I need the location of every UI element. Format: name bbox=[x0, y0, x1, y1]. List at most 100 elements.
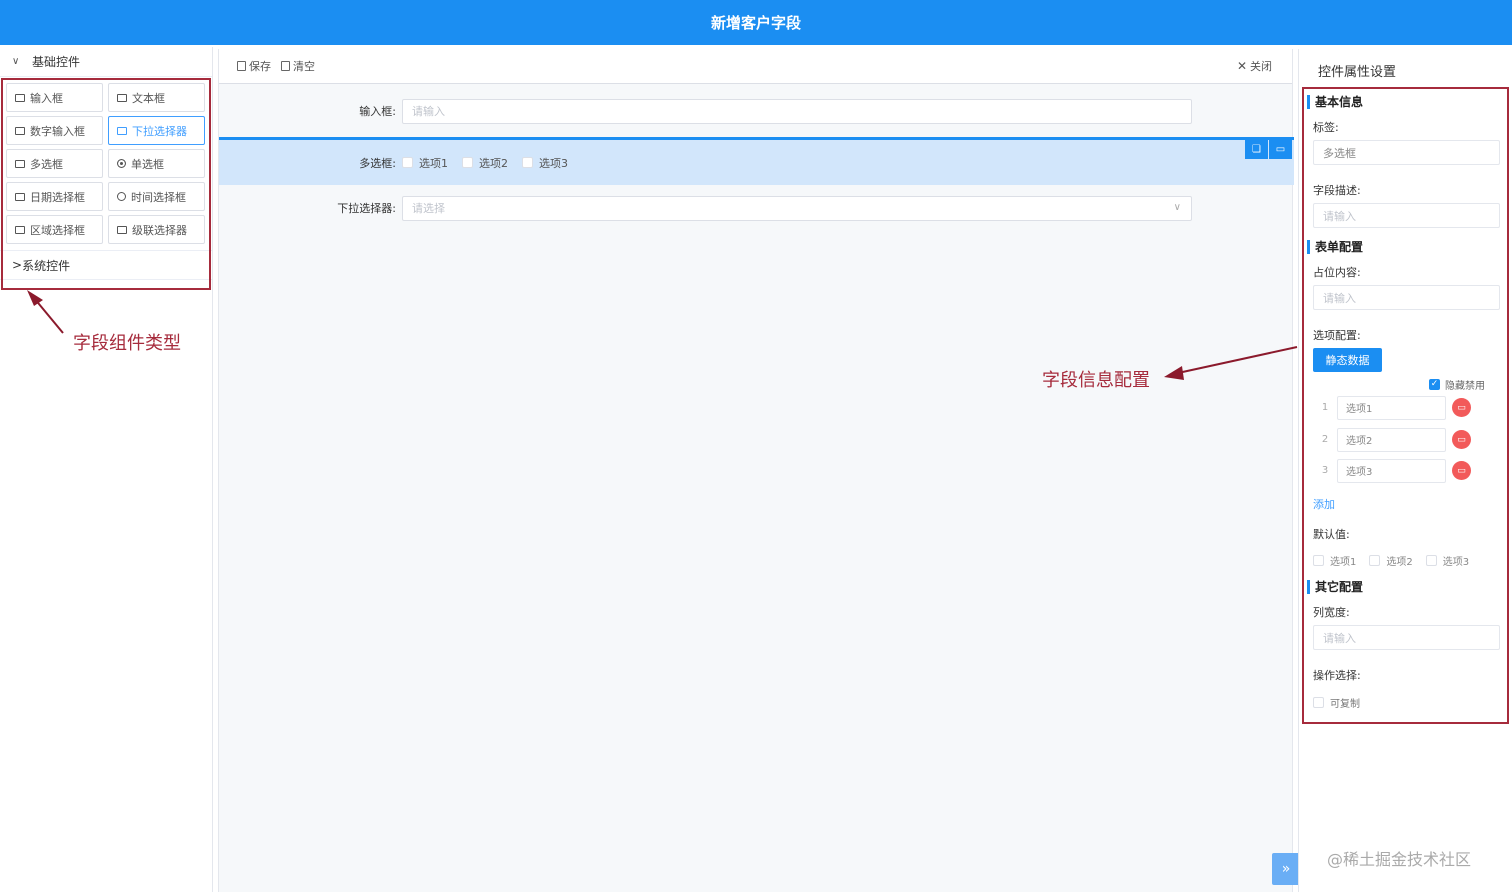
checkbox-box[interactable] bbox=[1369, 555, 1381, 566]
default-option[interactable]: 选项1 bbox=[1313, 553, 1356, 568]
static-data-button[interactable]: 静态数据 bbox=[1313, 348, 1382, 372]
region-icon bbox=[15, 225, 25, 234]
checkbox-box[interactable] bbox=[1313, 697, 1324, 708]
chevron-down-icon: ∨ bbox=[1173, 201, 1181, 213]
copyable-checkbox[interactable]: 可复制 bbox=[1313, 695, 1374, 710]
control-checkbox[interactable]: 多选框 bbox=[6, 149, 103, 178]
save-button[interactable]: 保存 bbox=[237, 58, 271, 74]
section-basic-info: 基本信息 bbox=[1307, 95, 1363, 109]
checkbox-box[interactable] bbox=[522, 157, 533, 168]
control-region[interactable]: 区域选择框 bbox=[6, 215, 103, 244]
control-palette: ∨ 基础控件 输入框 文本框 数字输入框 下拉选择器 多选框 单选框 日期选择框… bbox=[0, 47, 213, 892]
placeholder-field-label: 占位内容: bbox=[1313, 266, 1361, 279]
clear-button[interactable]: 清空 bbox=[281, 58, 315, 74]
save-icon bbox=[237, 61, 246, 71]
copyable-label: 可复制 bbox=[1330, 699, 1360, 710]
control-label: 多选框 bbox=[30, 157, 63, 171]
option-input[interactable]: 选项3 bbox=[1337, 458, 1446, 483]
header-bar: 新增客户字段 bbox=[0, 0, 1512, 45]
delete-icon[interactable]: ▭ bbox=[1269, 139, 1292, 159]
input-icon bbox=[15, 93, 25, 102]
default-checkbox-group: 选项1 选项2 选项3 bbox=[1313, 553, 1482, 568]
clear-label: 清空 bbox=[293, 60, 315, 73]
option-row: 3 选项3 ▭ bbox=[1313, 458, 1503, 483]
copy-icon[interactable]: ❏ bbox=[1245, 139, 1268, 159]
properties-panel: 控件属性设置 基本信息 标签: 多选框 字段描述: 请输入 表单配置 占位内容:… bbox=[1298, 49, 1512, 892]
desc-input[interactable]: 请输入 bbox=[1313, 203, 1500, 228]
control-radio[interactable]: 单选框 bbox=[108, 149, 205, 178]
label-field-label: 标签: bbox=[1313, 121, 1339, 134]
hide-disabled-checkbox[interactable]: ✓ 隐藏禁用 bbox=[1429, 377, 1485, 392]
trash-icon bbox=[281, 61, 290, 71]
desc-field-label: 字段描述: bbox=[1313, 184, 1361, 197]
label-value: 多选框 bbox=[1323, 146, 1356, 160]
option-row: 1 选项1 ▭ bbox=[1313, 395, 1503, 420]
system-controls-title: 系统控件 bbox=[22, 258, 71, 273]
system-controls-header[interactable]: > 系统控件 bbox=[0, 250, 212, 280]
placeholder-input[interactable]: 请输入 bbox=[1313, 285, 1500, 310]
form-row-checkbox-selected[interactable]: 多选框: 选项1 选项2 选项3 ❏ ▭ bbox=[219, 137, 1294, 185]
checkbox-option[interactable]: 选项2 bbox=[462, 155, 508, 171]
chevron-right-icon: > bbox=[12, 258, 23, 272]
control-select[interactable]: 下拉选择器 bbox=[108, 116, 205, 145]
placeholder-placeholder: 请输入 bbox=[1323, 291, 1356, 305]
form-canvas: 保存 清空 ✕ 关闭 输入框: 请输入 多选框: 选项1 选项2 选项3 ❏ ▭ … bbox=[218, 49, 1294, 892]
width-input[interactable]: 请输入 bbox=[1313, 625, 1500, 650]
control-input[interactable]: 输入框 bbox=[6, 83, 103, 112]
control-label: 级联选择器 bbox=[132, 223, 187, 237]
default-option[interactable]: 选项3 bbox=[1425, 553, 1470, 568]
annotation-right-note: 字段信息配置 bbox=[1042, 370, 1150, 391]
option-index: 1 bbox=[1321, 402, 1329, 413]
copyable-option[interactable]: 可复制 bbox=[1313, 695, 1360, 710]
control-label: 下拉选择器 bbox=[132, 124, 187, 138]
option-input[interactable]: 选项2 bbox=[1337, 427, 1446, 452]
checkbox-option[interactable]: 选项3 bbox=[522, 155, 568, 171]
control-number-input[interactable]: 数字输入框 bbox=[6, 116, 103, 145]
checkbox-box[interactable] bbox=[402, 157, 413, 168]
checkbox-box[interactable] bbox=[1425, 555, 1437, 566]
close-button[interactable]: ✕ 关闭 bbox=[1237, 58, 1272, 74]
control-textarea[interactable]: 文本框 bbox=[108, 83, 205, 112]
checkbox-option[interactable]: 选项1 bbox=[402, 155, 448, 171]
checkbox-icon bbox=[15, 159, 25, 168]
section-form-config: 表单配置 bbox=[1307, 240, 1363, 254]
input-placeholder: 请输入 bbox=[412, 105, 445, 118]
option-value: 选项2 bbox=[1346, 436, 1373, 447]
default-option[interactable]: 选项2 bbox=[1369, 553, 1413, 568]
control-cascader[interactable]: 级联选择器 bbox=[108, 215, 205, 244]
checkbox-option-label: 选项3 bbox=[539, 156, 568, 170]
cascader-icon bbox=[117, 225, 127, 234]
basic-controls-header[interactable]: ∨ 基础控件 bbox=[0, 47, 212, 77]
calendar-icon bbox=[15, 192, 25, 201]
close-label: 关闭 bbox=[1250, 60, 1272, 73]
control-label: 时间选择框 bbox=[131, 190, 186, 204]
select-input[interactable]: 请选择 ∨ bbox=[402, 195, 1192, 221]
canvas-toolbar: 保存 清空 ✕ 关闭 bbox=[219, 49, 1292, 84]
form-row-select[interactable]: 下拉选择器: 请选择 ∨ bbox=[219, 184, 1294, 232]
clock-icon bbox=[117, 192, 126, 201]
double-chevron-right-icon: » bbox=[1281, 861, 1291, 877]
width-placeholder: 请输入 bbox=[1323, 631, 1356, 645]
form-row-input[interactable]: 输入框: 请输入 bbox=[219, 87, 1294, 135]
control-date[interactable]: 日期选择框 bbox=[6, 182, 103, 211]
text-input[interactable]: 请输入 bbox=[402, 98, 1192, 124]
default-option-label: 选项3 bbox=[1442, 557, 1470, 568]
default-option-label: 选项1 bbox=[1330, 557, 1357, 568]
delete-option-icon[interactable]: ▭ bbox=[1452, 430, 1471, 449]
checkmark-icon[interactable]: ✓ bbox=[1429, 379, 1440, 390]
add-option-link[interactable]: 添加 bbox=[1313, 496, 1335, 512]
label-input[interactable]: 多选框 bbox=[1313, 140, 1500, 165]
delete-option-icon[interactable]: ▭ bbox=[1452, 398, 1471, 417]
default-option-label: 选项2 bbox=[1386, 557, 1413, 568]
control-label: 输入框 bbox=[30, 91, 63, 105]
delete-option-icon[interactable]: ▭ bbox=[1452, 461, 1471, 480]
checkbox-box[interactable] bbox=[1313, 555, 1324, 566]
options-field-label: 选项配置: bbox=[1313, 329, 1361, 342]
annotation-left-note: 字段组件类型 bbox=[73, 333, 181, 354]
checkbox-option-label: 选项2 bbox=[479, 156, 508, 170]
controls-grid: 输入框 文本框 数字输入框 下拉选择器 多选框 单选框 日期选择框 时间选择框 … bbox=[0, 77, 212, 248]
checkbox-box[interactable] bbox=[462, 157, 473, 168]
option-input[interactable]: 选项1 bbox=[1337, 395, 1446, 420]
expand-panel-button[interactable]: » bbox=[1272, 853, 1300, 885]
control-time[interactable]: 时间选择框 bbox=[108, 182, 205, 211]
